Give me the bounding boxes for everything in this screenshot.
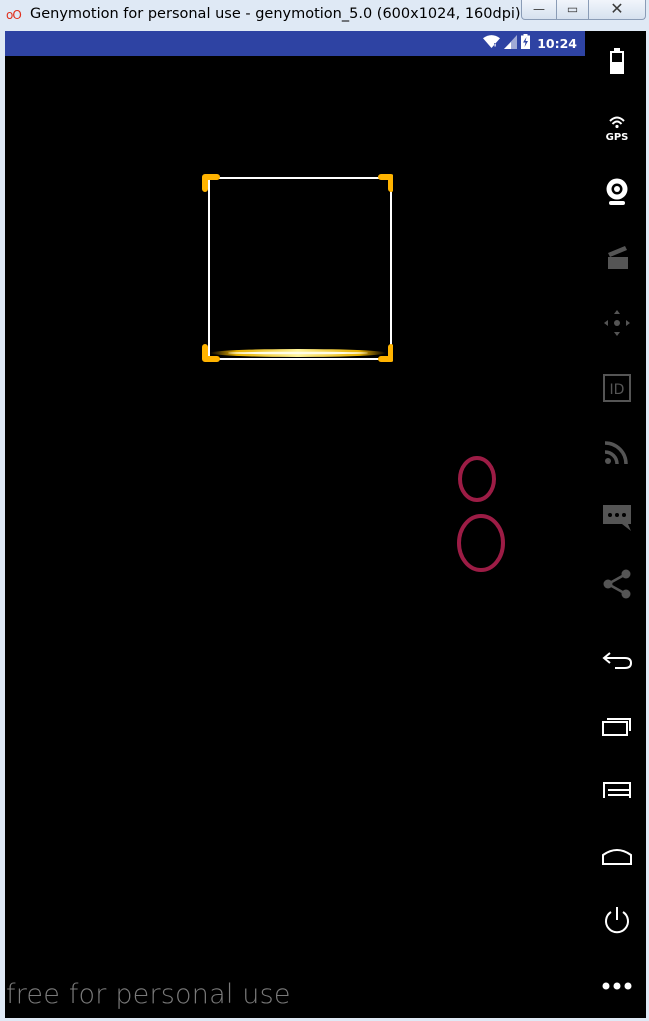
wifi-icon [483,34,501,53]
back-icon[interactable] [585,636,649,684]
home-icon[interactable] [585,832,649,880]
battery-charging-icon [521,34,531,53]
gps-icon[interactable]: GPS [585,104,649,152]
signal-icon [504,34,518,53]
status-bar: 10:24 [5,31,585,56]
sms-icon[interactable] [585,494,649,542]
status-time: 10:24 [537,36,577,51]
genymotion-logo: oO [6,8,22,22]
genymotion-toolbar: GPS ID [585,31,649,1021]
dpad-icon[interactable] [585,299,649,347]
close-button[interactable]: ✕ [588,0,646,20]
recent-apps-icon[interactable] [585,702,649,750]
scanner-focus-frame [199,171,394,365]
window-title: Genymotion for personal use - genymotion… [30,6,524,22]
maximize-button[interactable]: ▭ [556,0,589,20]
android-screen[interactable]: 10:24 free for personal use [5,31,585,1018]
floating-rings [456,456,508,574]
id-icon[interactable]: ID [585,364,649,412]
watermark-text: free for personal use [6,979,291,1010]
battery-icon[interactable] [585,37,649,85]
media-icon[interactable] [585,233,649,281]
svg-text:GPS: GPS [606,132,629,142]
minimize-button[interactable]: — [521,0,557,20]
more-icon[interactable] [585,962,649,1010]
rss-icon[interactable] [585,428,649,476]
share-icon[interactable] [585,560,649,608]
menu-icon[interactable] [585,767,649,815]
svg-text:ID: ID [610,382,625,398]
webcam-icon[interactable] [585,168,649,216]
window-titlebar: oO Genymotion for personal use - genymot… [0,0,649,31]
power-icon[interactable] [585,897,649,945]
